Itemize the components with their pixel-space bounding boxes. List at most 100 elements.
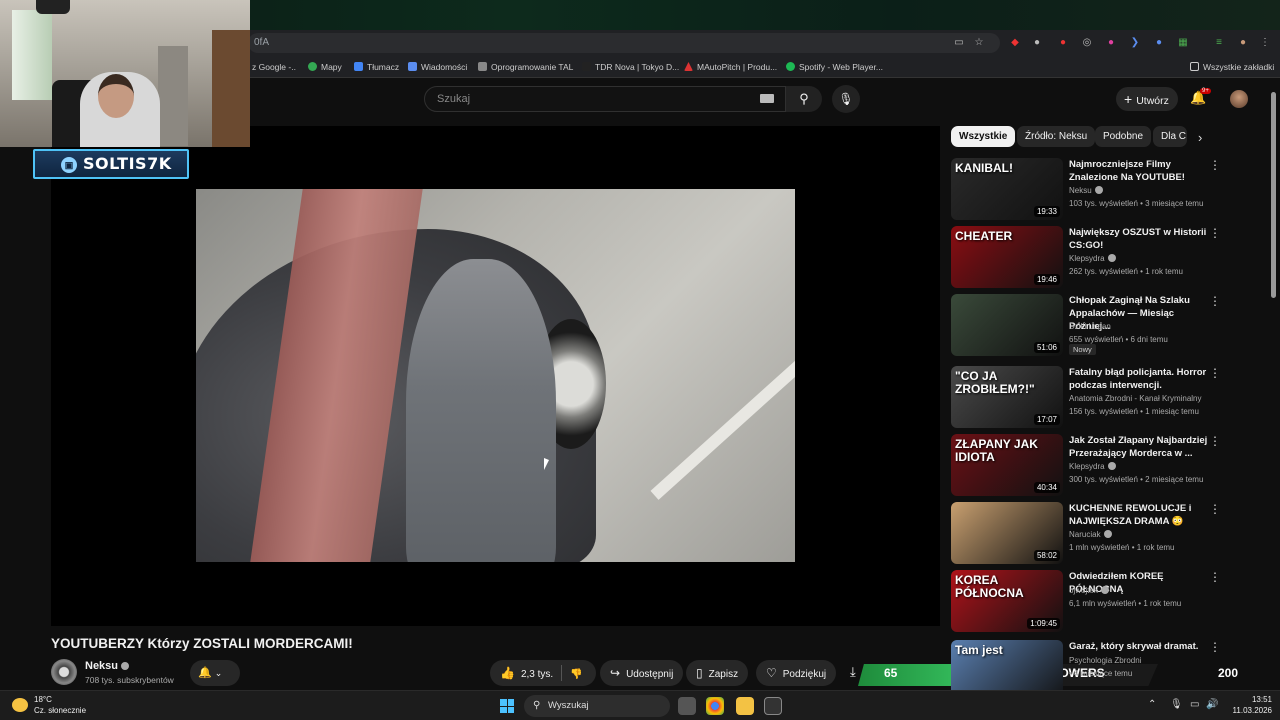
extension-icon[interactable]: ≡ (1212, 36, 1226, 50)
more-icon[interactable]: ⋮ (1258, 36, 1272, 50)
recommendation-channel[interactable]: Klepsydra (1069, 254, 1116, 263)
chrome-icon[interactable] (706, 697, 724, 715)
taskbar-search[interactable]: ⚲ Wyszukaj (524, 695, 670, 717)
recommendation-item[interactable]: 58:02 KUCHENNE REWOLUCJE i NAJWIĘKSZA DRA… (951, 502, 1261, 566)
extension-icon[interactable]: ◆ (1008, 36, 1022, 50)
recommendation-item[interactable]: KOREA PÓŁNOCNA 1:09:45 Odwiedziłem KOREĘ P… (951, 570, 1261, 634)
recommendation-channel[interactable]: Psychologia Zbrodni (1069, 656, 1141, 665)
extension-icon[interactable]: ● (1104, 36, 1118, 50)
video-thumbnail[interactable]: KOREA PÓŁNOCNA 1:09:45 (951, 570, 1063, 632)
bookmark-item[interactable]: Mapy (308, 60, 342, 74)
search-button[interactable]: ⚲ (786, 86, 822, 112)
more-options-icon[interactable]: ⋮ (1209, 434, 1221, 448)
chevron-up-icon[interactable]: ⌃ (1148, 699, 1156, 710)
start-button[interactable] (500, 699, 514, 713)
duration-badge: 40:34 (1033, 482, 1060, 493)
extension-icon[interactable]: ◎ (1080, 36, 1094, 50)
bookmark-item[interactable]: MAutoPitch | Produ... (684, 60, 777, 74)
video-thumbnail[interactable]: "CO JA ZROBIŁEM?!" 17:07 (951, 366, 1063, 428)
more-options-icon[interactable]: ⋮ (1209, 640, 1221, 654)
recommendation-item[interactable]: "CO JA ZROBIŁEM?!" 17:07 Fatalny błąd poli… (951, 366, 1261, 430)
chevron-right-icon[interactable]: › (1198, 130, 1202, 145)
star-icon[interactable]: ☆ (972, 36, 986, 50)
channel-name[interactable]: Neksu (85, 660, 130, 672)
chip-source[interactable]: Źródło: Neksu (1017, 126, 1096, 147)
more-options-icon[interactable]: ⋮ (1209, 502, 1221, 516)
clock[interactable]: 13:51 11.03.2026 (1224, 694, 1272, 716)
weather-widget[interactable]: 18°C Cz. słonecznie (34, 694, 86, 716)
thumbnail-text: "CO JA ZROBIŁEM?!" (955, 369, 1035, 396)
weather-icon[interactable] (12, 698, 28, 712)
recommendation-meta: 103 tys. wyświetleń • 3 miesiące temu (1069, 199, 1204, 208)
bookmark-item[interactable]: Spotify - Web Player... (786, 60, 883, 74)
url-field[interactable]: 0fA (248, 33, 1000, 53)
thumbs-down-icon[interactable]: 👎 (570, 669, 582, 680)
create-button[interactable]: + Utwórz (1116, 87, 1178, 111)
channel-avatar[interactable] (51, 659, 77, 685)
recommendation-item[interactable]: 51:06 Chłopak Zaginął Na Szlaku Appalachó… (951, 294, 1261, 358)
recommendation-title[interactable]: KUCHENNE REWOLUCJE i NAJWIĘKSZA DRAMA 😳 (1069, 502, 1209, 528)
save-button[interactable]: ▯ Zapisz (686, 660, 749, 686)
all-bookmarks[interactable]: Wszystkie zakładki (1190, 60, 1274, 74)
video-thumbnail[interactable]: 51:06 (951, 294, 1063, 356)
recommendation-item[interactable]: ZŁAPANY JAK IDIOTA 40:34 Jak Został Złapan… (951, 434, 1261, 498)
bookmark-item[interactable]: Wiadomości (408, 60, 467, 74)
volume-icon[interactable]: 🔊 (1206, 699, 1218, 710)
puzzle-icon[interactable]: ▦ (1176, 36, 1190, 50)
chip-for-you[interactable]: Dla C (1153, 126, 1187, 147)
account-avatar[interactable] (1230, 90, 1248, 108)
recommendation-title[interactable]: Jak Został Złapany Najbardziej Przerażaj… (1069, 434, 1209, 460)
video-thumbnail[interactable]: KANIBAL! 19:33 (951, 158, 1063, 220)
like-button[interactable]: 👍 2,3 tys. 👎 (490, 660, 596, 686)
profile-icon[interactable]: ● (1236, 36, 1250, 50)
recommendation-title[interactable]: Najmroczniejsze Filmy Znalezione Na YOUT… (1069, 158, 1209, 184)
more-options-icon[interactable]: ⋮ (1209, 226, 1221, 240)
more-options-icon[interactable]: ⋮ (1209, 570, 1221, 584)
search-input[interactable]: Szukaj (424, 86, 786, 112)
cast-icon[interactable]: ▭ (952, 36, 966, 50)
obs-icon[interactable] (764, 697, 782, 715)
spotify-icon (786, 62, 795, 71)
extension-icon[interactable]: ❯ (1128, 36, 1142, 50)
recommendation-channel[interactable]: ojwojtek (1069, 586, 1109, 595)
recommendation-channel[interactable]: Naruciak (1069, 530, 1112, 539)
mic-icon[interactable]: 🎙 (1170, 699, 1183, 710)
bookmark-item[interactable]: TDR Nova | Tokyo D... (582, 60, 679, 74)
network-icon[interactable]: ▭ (1190, 699, 1199, 710)
recommendation-item[interactable]: KANIBAL! 19:33 Najmroczniejsze Filmy Znale… (951, 158, 1261, 222)
scrollbar[interactable] (1271, 92, 1276, 298)
chip-all[interactable]: Wszystkie (951, 126, 1016, 147)
bookmark-item[interactable]: Tłumacz (354, 60, 399, 74)
subscribe-bell-button[interactable]: 🔔 ⌄ (190, 660, 240, 686)
recommendation-title[interactable]: Fatalny błąd policjanta. Horror podczas … (1069, 366, 1209, 392)
chip-similar[interactable]: Podobne (1095, 126, 1152, 147)
more-options-icon[interactable]: ⋮ (1209, 294, 1221, 308)
thanks-button[interactable]: ♡ Podziękuj (756, 660, 837, 686)
more-options-icon[interactable]: ⋮ (1209, 158, 1221, 172)
bookmark-item[interactable]: Oprogramowanie TAL (478, 60, 573, 74)
keyboard-icon[interactable] (760, 94, 774, 103)
extension-icon[interactable]: ● (1056, 36, 1070, 50)
video-player[interactable] (51, 126, 940, 626)
recommendation-channel[interactable]: Anatomia Zbrodni - Kanał Kryminalny (1069, 394, 1202, 403)
video-thumbnail[interactable]: ZŁAPANY JAK IDIOTA 40:34 (951, 434, 1063, 496)
recommendation-channel[interactable]: Dziki Logan (1069, 322, 1111, 331)
extension-icon[interactable]: ● (1152, 36, 1166, 50)
recommendation-title[interactable]: Największy OSZUST w Historii CS:GO! (1069, 226, 1209, 252)
share-button[interactable]: ↪ Udostępnij (600, 660, 684, 686)
map-pin-icon (308, 62, 317, 71)
extension-icon[interactable]: ● (1030, 36, 1044, 50)
recommendation-title[interactable]: Garaż, który skrywał dramat. (1069, 640, 1209, 653)
file-explorer-icon[interactable] (736, 697, 754, 715)
recommendation-channel[interactable]: Neksu (1069, 186, 1103, 195)
more-options-icon[interactable]: ⋮ (1209, 366, 1221, 380)
bookmark-item[interactable]: z Google -.. (252, 60, 296, 74)
video-thumbnail[interactable]: CHEATER 19:46 (951, 226, 1063, 288)
recommendation-channel[interactable]: Klepsydra (1069, 462, 1116, 471)
voice-search-button[interactable]: 🎙 (832, 85, 860, 113)
video-thumbnail[interactable]: 58:02 (951, 502, 1063, 564)
task-view-icon[interactable] (678, 697, 696, 715)
recommendation-item[interactable]: CHEATER 19:46 Największy OSZUST w Historii… (951, 226, 1261, 290)
download-icon[interactable]: ⤓ (850, 664, 856, 680)
notification-badge: 9+ (1200, 88, 1211, 94)
